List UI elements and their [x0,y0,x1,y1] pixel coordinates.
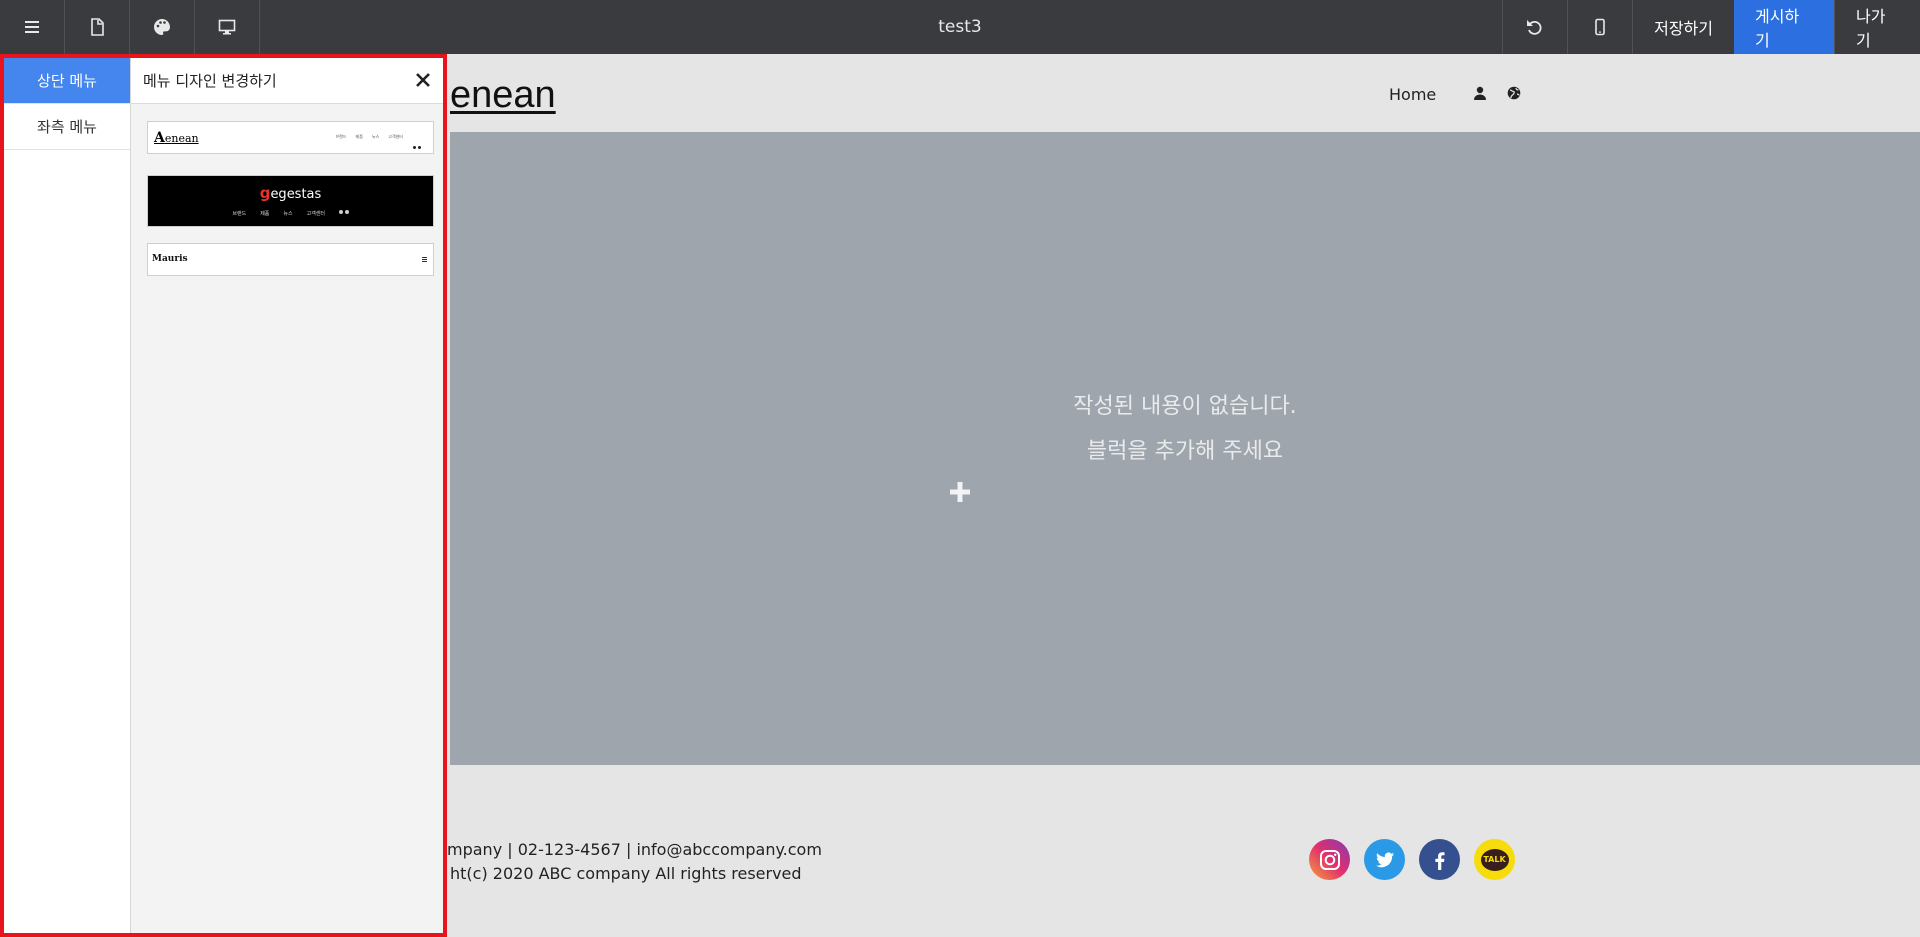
panel-heading: 메뉴 디자인 변경하기 [131,58,443,104]
design-logo: gegestas [259,184,322,202]
hamburger-icon [422,257,427,262]
site-footer: mpany | 02-123-4567 | info@abccompany.co… [447,765,1920,937]
menu-design-option-egestas[interactable]: gegestas 브랜드 제품 뉴스 고객센터 [147,175,434,227]
panel-tab-list: 상단 메뉴 좌측 메뉴 [4,58,131,933]
instagram-icon [1319,849,1340,870]
kakaotalk-link[interactable]: TALK [1474,839,1515,880]
desktop-view-button[interactable] [195,0,260,54]
menu-design-panel: 상단 메뉴 좌측 메뉴 메뉴 디자인 변경하기 Aenean 브랜드 제품 뉴스 고객… [0,54,447,937]
user-icon[interactable] [1473,86,1487,100]
twitter-link[interactable] [1364,839,1405,880]
undo-button[interactable] [1502,0,1567,54]
facebook-link[interactable] [1419,839,1460,880]
globe-icon[interactable] [1507,86,1521,100]
footer-copyright: ht(c) 2020 ABC company All rights reserv… [450,864,802,883]
twitter-icon [1375,852,1394,867]
publish-button[interactable]: 게시하기 [1734,0,1834,54]
site-header: enean Home [447,54,1920,132]
desktop-icon [218,19,236,35]
design-icons [411,134,423,149]
top-toolbar: test3 저장하기 게시하기 나가기 [0,0,1920,54]
empty-message: 작성된 내용이 없습니다. [1073,394,1297,419]
close-panel-button[interactable] [411,68,435,92]
page-button[interactable] [65,0,130,54]
design-logo: Aenean [154,130,199,146]
menu-design-option-aenean[interactable]: Aenean 브랜드 제품 뉴스 고객센터 [147,121,434,154]
undo-icon [1527,20,1542,35]
site-logo[interactable]: enean [450,74,556,117]
theme-button[interactable] [130,0,195,54]
design-menu: 브랜드 제품 뉴스 고객센터 [335,134,403,139]
design-logo: Mauris [152,254,188,264]
tab-top-menu[interactable]: 상단 메뉴 [4,58,130,104]
design-menu: 브랜드 제품 뉴스 고객센터 [148,210,433,217]
add-block-plus-icon[interactable] [947,479,973,505]
nav-home-link[interactable]: Home [1389,85,1436,104]
instagram-link[interactable] [1309,839,1350,880]
footer-contact: mpany | 02-123-4567 | info@abccompany.co… [447,840,822,859]
close-icon [416,73,430,87]
menu-button[interactable] [0,0,65,54]
save-button[interactable]: 저장하기 [1632,0,1734,54]
panel-heading-text: 메뉴 디자인 변경하기 [143,72,277,90]
mobile-view-button[interactable] [1567,0,1632,54]
menu-design-option-mauris[interactable]: Mauris [147,243,434,276]
tab-left-menu[interactable]: 좌측 메뉴 [4,104,130,150]
panel-body: 메뉴 디자인 변경하기 Aenean 브랜드 제품 뉴스 고객센터 gegestas … [131,58,443,933]
empty-content-block[interactable]: 작성된 내용이 없습니다. 블럭을 추가해 주세요 [450,132,1920,765]
facebook-icon [1434,851,1444,870]
page-icon [91,18,104,36]
mobile-icon [1595,18,1605,36]
kakaotalk-icon: TALK [1480,848,1509,871]
palette-icon [154,19,170,35]
add-block-hint: 블럭을 추가해 주세요 [1086,439,1284,464]
exit-button[interactable]: 나가기 [1834,0,1920,54]
menu-icon [25,21,39,33]
